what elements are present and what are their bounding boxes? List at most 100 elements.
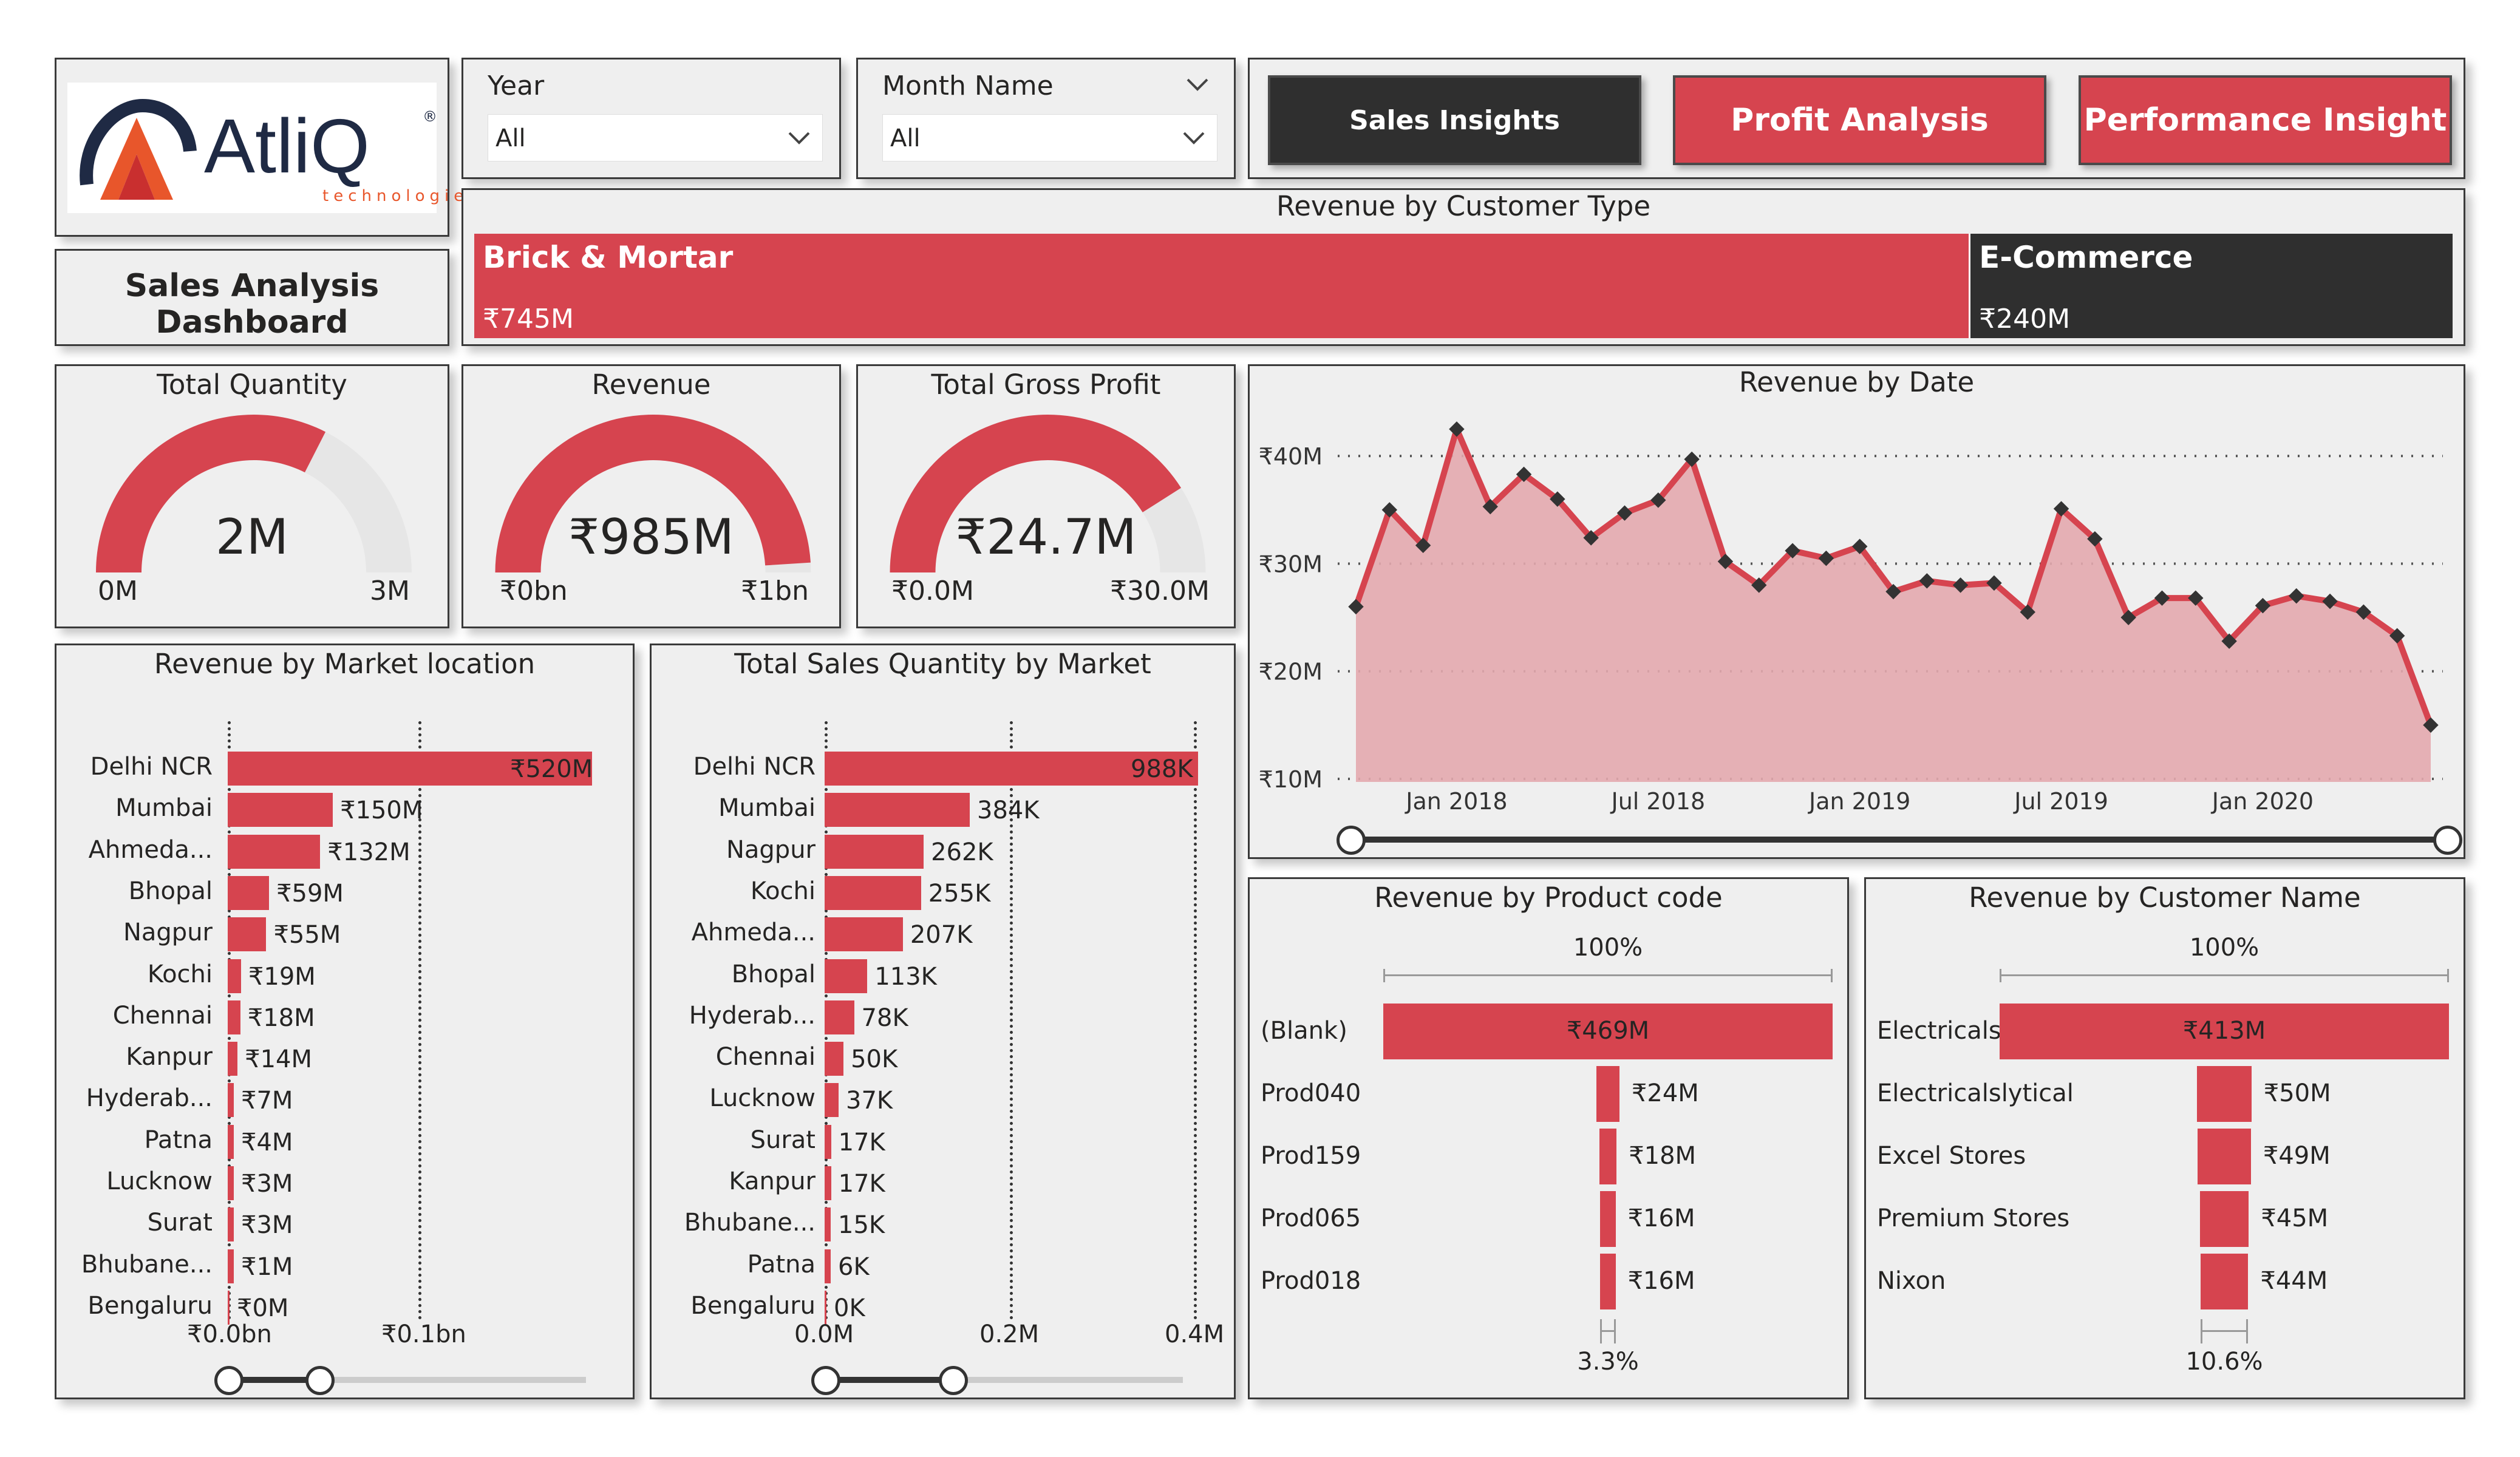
customer-revenue-funnel: 100% Electricalsara S... ₹413M Electricalsl… xyxy=(1866,879,2464,1398)
logo-panel: AtliQ ® technologies xyxy=(67,83,477,213)
bar-category-label: Kochi xyxy=(750,877,816,905)
e-commerce-segment[interactable]: E-Commerce ₹240M xyxy=(1970,234,2453,338)
market-revenue-scroll-slider[interactable] xyxy=(214,1366,586,1395)
funnel-category-label: Excel Stores xyxy=(1877,1142,2026,1170)
bar[interactable] xyxy=(228,1290,230,1325)
funnel-bottom-line xyxy=(2202,1330,2247,1332)
funnel-bar[interactable] xyxy=(2199,1191,2249,1247)
brick-mortar-value: ₹745M xyxy=(483,304,574,335)
funnel-top-line xyxy=(1385,974,1831,976)
slider-end-handle[interactable] xyxy=(2433,826,2462,855)
funnel-value-label: ₹18M xyxy=(1629,1142,1697,1170)
funnel-bar[interactable] xyxy=(1599,1129,1617,1184)
bar[interactable] xyxy=(825,1042,844,1076)
bar[interactable] xyxy=(825,834,924,869)
funnel-top-bracket xyxy=(2000,969,2449,982)
bar[interactable] xyxy=(228,1249,234,1283)
market-quantity-scroll-slider[interactable] xyxy=(811,1366,1183,1395)
month-slicer-label: Month Name xyxy=(882,70,1054,101)
bar[interactable] xyxy=(228,1083,234,1118)
bar[interactable] xyxy=(825,1166,831,1200)
slider-start-handle[interactable] xyxy=(214,1366,243,1395)
funnel-category-label: Prod018 xyxy=(1261,1267,1361,1295)
date-range-slider[interactable] xyxy=(1337,826,2462,855)
funnel-bar[interactable] xyxy=(1600,1254,1616,1309)
chevron-down-icon xyxy=(788,132,810,144)
slider-start-handle[interactable] xyxy=(811,1366,840,1395)
bar[interactable] xyxy=(228,793,333,827)
bar[interactable] xyxy=(825,875,921,910)
funnel-bar[interactable] xyxy=(2198,1129,2251,1184)
gauge-max: ₹30.0M xyxy=(1110,576,1210,606)
y-tick-label: ₹10M xyxy=(1259,766,1323,793)
x-tick-label: Jul 2019 xyxy=(2013,788,2108,815)
bar-value-label: 15K xyxy=(838,1211,885,1240)
customer-revenue-card: Revenue by Customer Name 100% Electricals… xyxy=(1864,877,2465,1399)
bar[interactable] xyxy=(825,1083,839,1118)
bar-value-label: ₹3M xyxy=(241,1211,293,1240)
funnel-bar[interactable] xyxy=(1600,1191,1616,1247)
bar-category-label: Surat xyxy=(147,1209,213,1237)
bar-category-label: Surat xyxy=(750,1126,816,1154)
dashboard-title-card: Sales Analysis Dashboard xyxy=(55,249,449,346)
funnel-value-label: ₹45M xyxy=(2261,1204,2329,1232)
logo-registered-mark: ® xyxy=(423,108,437,125)
customer-type-title: Revenue by Customer Type xyxy=(1276,190,1651,222)
bar-value-label: 255K xyxy=(928,879,991,908)
x-tick-label: Jul 2018 xyxy=(1610,788,1705,815)
funnel-bar[interactable] xyxy=(1596,1066,1619,1122)
bar[interactable] xyxy=(228,1124,234,1159)
bar[interactable] xyxy=(228,875,270,910)
bar[interactable] xyxy=(825,793,970,827)
bar[interactable] xyxy=(825,1207,831,1242)
sales-insights-button[interactable]: Sales Insights xyxy=(1268,75,1641,165)
total-quantity-gauge-card: Total Quantity 2M 0M 3M xyxy=(55,364,449,628)
profit-analysis-button[interactable]: Profit Analysis xyxy=(1673,75,2046,165)
bar-value-label: ₹1M xyxy=(241,1252,293,1281)
funnel-bottom-bracket xyxy=(1600,1319,1616,1343)
bar[interactable] xyxy=(228,1042,238,1076)
bar-category-label: Ahmeda... xyxy=(88,835,213,864)
market-quantity-card: Total Sales Quantity by Market Delhi NCR… xyxy=(650,644,1236,1399)
funnel-bottom-bracket xyxy=(2200,1319,2249,1343)
bar-value-label: 207K xyxy=(910,921,973,949)
bar-category-label: Chennai xyxy=(715,1043,816,1072)
funnel-bar[interactable] xyxy=(2197,1066,2252,1122)
slider-start-handle[interactable] xyxy=(1337,826,1366,855)
y-tick-label: ₹20M xyxy=(1259,659,1323,685)
month-dropdown[interactable]: All xyxy=(882,114,1217,161)
funnel-value-label: ₹16M xyxy=(1627,1204,1695,1232)
performance-insight-button[interactable]: Performance Insight xyxy=(2079,75,2452,165)
bar-category-label: Nagpur xyxy=(123,919,213,947)
page-title: Sales Analysis Dashboard xyxy=(124,268,380,341)
bar[interactable] xyxy=(228,959,241,993)
bar-value-label: ₹18M xyxy=(247,1004,315,1032)
slider-range xyxy=(825,1377,952,1383)
bar[interactable] xyxy=(825,1000,854,1034)
funnel-value-label: ₹16M xyxy=(1627,1267,1695,1295)
gauge-min: 0M xyxy=(98,576,138,606)
bar[interactable] xyxy=(228,1166,234,1200)
bar-value-label: 6K xyxy=(838,1252,870,1281)
bar-value-label: ₹59M xyxy=(276,879,344,908)
bar[interactable] xyxy=(228,1000,240,1034)
slider-end-handle[interactable] xyxy=(939,1366,968,1395)
funnel-category-label: Prod040 xyxy=(1261,1079,1361,1107)
bar[interactable] xyxy=(228,917,267,952)
bar-value-label: 50K xyxy=(851,1045,898,1074)
bar-value-label: 37K xyxy=(846,1087,893,1115)
bar[interactable] xyxy=(825,917,903,952)
bar[interactable] xyxy=(825,1290,826,1325)
brick-mortar-segment[interactable]: Brick & Mortar ₹745M xyxy=(474,234,1971,338)
bar-value-label: 384K xyxy=(977,796,1040,825)
bar[interactable] xyxy=(825,1249,831,1283)
bar[interactable] xyxy=(228,834,321,869)
bar[interactable] xyxy=(825,959,868,993)
year-dropdown[interactable]: All xyxy=(488,114,823,161)
funnel-bar[interactable] xyxy=(2200,1254,2249,1309)
bar[interactable] xyxy=(228,1207,234,1242)
slider-end-handle[interactable] xyxy=(305,1366,335,1395)
funnel-category-label: Nixon xyxy=(1877,1267,1946,1295)
chevron-down-icon[interactable] xyxy=(1185,75,1210,93)
bar[interactable] xyxy=(825,1124,831,1159)
